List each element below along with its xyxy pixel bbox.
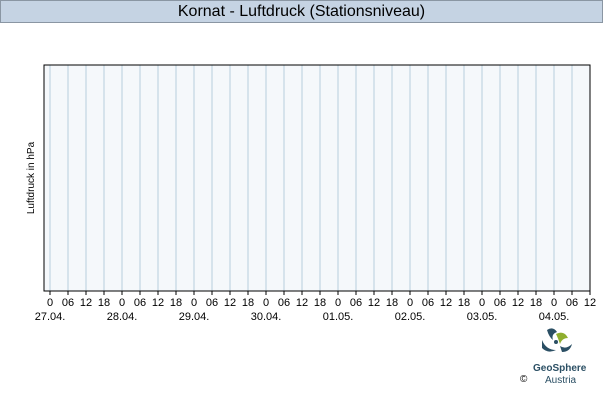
x-tick-label: 0 <box>407 297 413 309</box>
x-tick-label: 06 <box>422 297 434 309</box>
date-label: 27.04. <box>35 311 66 323</box>
date-label: 30.04. <box>251 311 282 323</box>
x-tick-label: 06 <box>62 297 74 309</box>
geosphere-icon <box>542 328 572 352</box>
x-tick-label: 12 <box>512 297 524 309</box>
x-tick-label: 06 <box>206 297 218 309</box>
x-tick-label: 06 <box>350 297 362 309</box>
x-tick-label: 0 <box>335 297 341 309</box>
x-tick-label: 18 <box>530 297 542 309</box>
plot-background <box>44 65 590 291</box>
x-tick-label: 12 <box>584 297 596 309</box>
x-tick-label: 0 <box>479 297 485 309</box>
copyright-symbol: © <box>520 374 528 385</box>
x-tick-label: 06 <box>278 297 290 309</box>
x-tick-label: 18 <box>314 297 326 309</box>
date-label: 03.05. <box>467 311 498 323</box>
x-tick-label: 0 <box>47 297 53 309</box>
x-tick-label: 18 <box>386 297 398 309</box>
x-tick-label: 06 <box>494 297 506 309</box>
date-label: 01.05. <box>323 311 354 323</box>
date-label: 29.04. <box>179 311 210 323</box>
date-labels: 27.04. 28.04. 29.04. 30.04. 01.05. 02.05. 03.0… <box>35 311 570 323</box>
x-ticks <box>49 291 591 295</box>
x-tick-label: 18 <box>98 297 110 309</box>
x-tick-label: 0 <box>191 297 197 309</box>
x-tick-label: 18 <box>242 297 254 309</box>
x-tick-label: 0 <box>263 297 269 309</box>
brand-subtitle: Austria <box>545 375 577 386</box>
brand-name: GeoSphere <box>533 363 587 374</box>
x-tick-label: 06 <box>134 297 146 309</box>
date-label: 28.04. <box>107 311 138 323</box>
y-axis-label: Luftdruck in hPa <box>26 141 37 214</box>
x-tick-label: 18 <box>170 297 182 309</box>
hour-labels: 0 06 12 18 0 06 12 18 0 06 12 18 0 06 12 18 0 06 12 18 0 06 12… <box>47 297 596 309</box>
date-label: 02.05. <box>395 311 426 323</box>
x-tick-label: 12 <box>224 297 236 309</box>
x-tick-label: 12 <box>296 297 308 309</box>
x-tick-label: 18 <box>458 297 470 309</box>
x-tick-label: 0 <box>551 297 557 309</box>
x-tick-label: 12 <box>152 297 164 309</box>
x-tick-label: 12 <box>368 297 380 309</box>
x-tick-label: 12 <box>440 297 452 309</box>
x-tick-label: 12 <box>80 297 92 309</box>
x-tick-label: 0 <box>119 297 125 309</box>
x-tick-label: 06 <box>566 297 578 309</box>
